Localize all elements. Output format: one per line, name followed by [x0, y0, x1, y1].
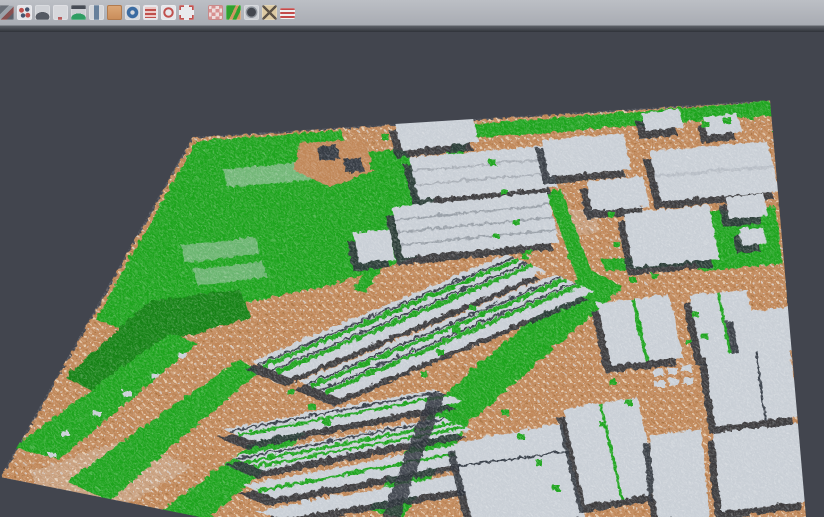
ortho-image-icon[interactable] — [107, 5, 122, 20]
point-noise-overlay — [0, 0, 824, 517]
camera-icon[interactable] — [244, 5, 259, 20]
toolbar — [0, 0, 824, 26]
radius-icon[interactable] — [161, 5, 176, 20]
tree — [790, 214, 796, 223]
terrain-icon[interactable] — [35, 5, 50, 20]
tree — [794, 246, 800, 255]
scene-svg[interactable] — [0, 0, 824, 517]
toolbar-separator — [197, 4, 205, 22]
globe-icon[interactable] — [125, 5, 140, 20]
points-icon[interactable] — [53, 5, 68, 20]
ruler-icon[interactable] — [89, 5, 104, 20]
3d-viewport[interactable] — [0, 0, 824, 517]
flag-icon[interactable] — [280, 8, 295, 19]
toolbar-lower-edge — [0, 26, 824, 32]
texture-icon[interactable] — [208, 5, 223, 20]
toolbar-icons — [1, 4, 824, 22]
align-pairs-icon[interactable] — [17, 5, 32, 20]
annotation-icon[interactable] — [262, 5, 277, 20]
zoom-extent-icon[interactable] — [179, 5, 194, 20]
tree — [772, 124, 778, 132]
app-window — [0, 0, 824, 517]
profile-lines-icon[interactable] — [143, 5, 158, 20]
classification-map-icon[interactable] — [226, 5, 241, 20]
point-cloud — [0, 0, 824, 517]
tree — [778, 152, 784, 161]
select-icon[interactable] — [0, 5, 14, 20]
dem-icon[interactable] — [71, 5, 86, 20]
tree — [784, 182, 790, 191]
